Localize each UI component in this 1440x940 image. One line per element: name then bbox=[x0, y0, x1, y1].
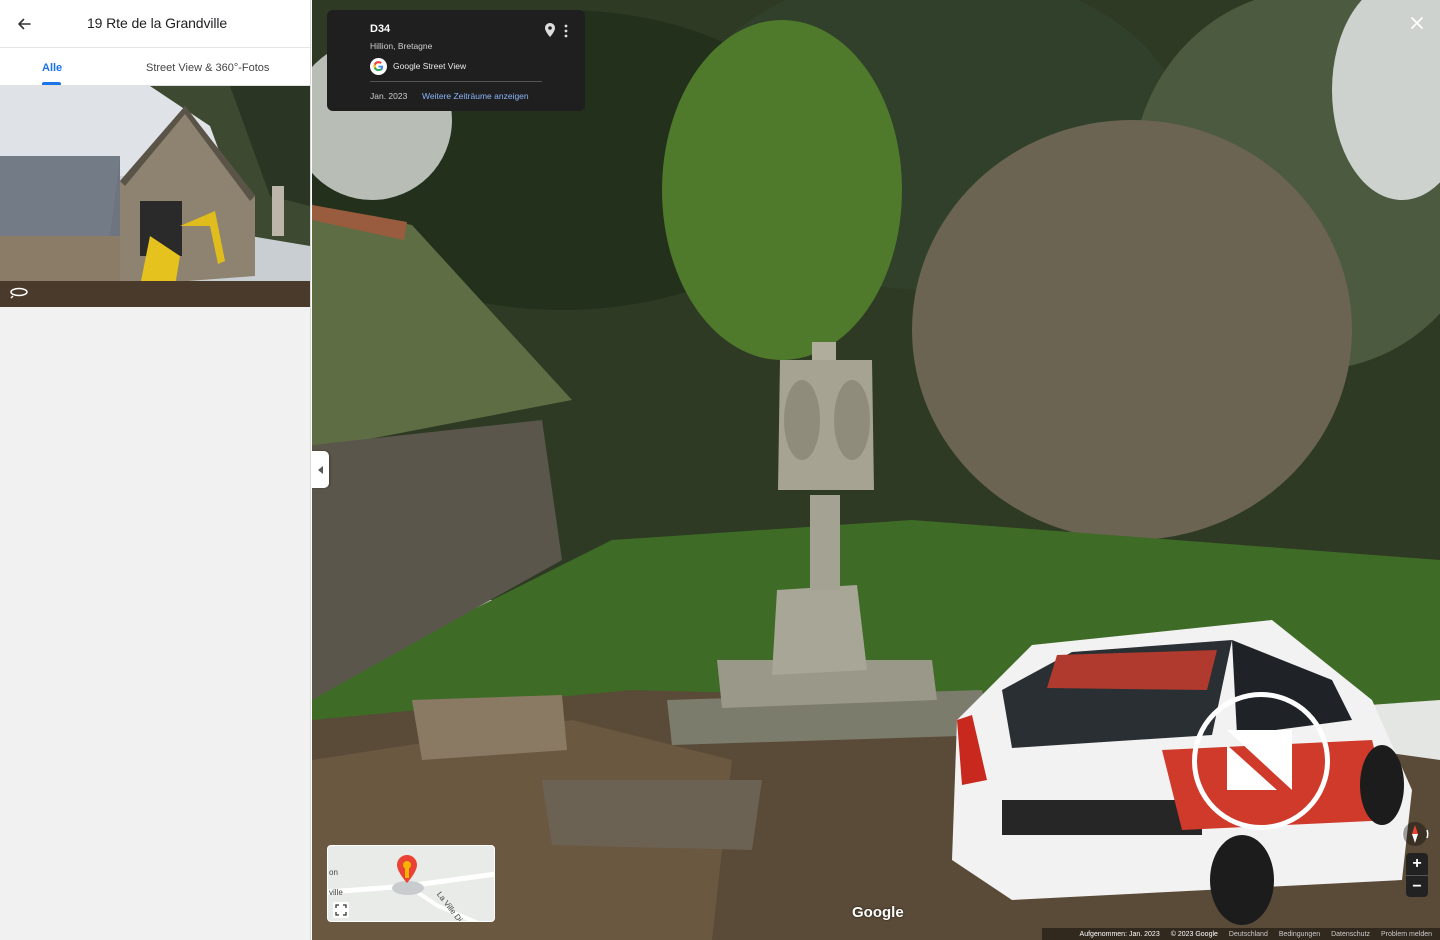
more-options-icon[interactable] bbox=[563, 24, 569, 38]
card-divider bbox=[370, 81, 542, 82]
tab-street-view-360[interactable]: Street View & 360°-Fotos bbox=[146, 62, 269, 74]
active-tab-indicator bbox=[42, 82, 61, 85]
expand-map-icon[interactable] bbox=[333, 902, 349, 918]
zoom-out-button[interactable]: − bbox=[1406, 876, 1428, 898]
copyright: © 2023 Google bbox=[1170, 930, 1218, 938]
back-arrow-icon[interactable] bbox=[12, 12, 36, 36]
street-view-app: 19 Rte de la Grandville Alle Street View… bbox=[0, 0, 1440, 940]
side-panel-header: 19 Rte de la Grandville bbox=[0, 0, 310, 48]
chevron-left-icon bbox=[317, 465, 323, 474]
google-logo-icon bbox=[370, 58, 387, 75]
place-title: 19 Rte de la Grandville bbox=[87, 15, 228, 31]
collapse-side-panel-button[interactable] bbox=[312, 451, 329, 488]
location-pin-icon bbox=[397, 855, 417, 883]
map-label: on bbox=[329, 868, 338, 877]
zoom-control: + − bbox=[1406, 853, 1428, 897]
mini-map[interactable]: on ville La Ville Dier bbox=[327, 845, 495, 922]
street-view-panorama[interactable]: D34 Hillion, Bretagne Google Street View… bbox=[312, 0, 1440, 940]
report-problem-link[interactable]: Problem melden bbox=[1381, 931, 1432, 938]
source-label: Google Street View bbox=[393, 61, 467, 71]
compass-icon[interactable] bbox=[1400, 820, 1430, 848]
road-name: D34 bbox=[370, 23, 391, 35]
privacy-link[interactable]: Datenschutz bbox=[1331, 931, 1370, 938]
terms-link[interactable]: Bedingungen bbox=[1279, 931, 1320, 938]
tab-all[interactable]: Alle bbox=[42, 62, 62, 74]
location-info-card: D34 Hillion, Bretagne Google Street View… bbox=[327, 10, 585, 111]
location-name: Hillion, Bretagne bbox=[370, 41, 433, 51]
close-icon[interactable] bbox=[1408, 14, 1426, 32]
capture-info: Aufgenommen: Jan. 2023 bbox=[1079, 930, 1160, 938]
panorama-360-icon bbox=[10, 287, 28, 299]
more-dates-link[interactable]: Weitere Zeiträume anzeigen bbox=[422, 91, 529, 101]
zoom-in-button[interactable]: + bbox=[1406, 853, 1428, 875]
google-wordmark: Google bbox=[852, 904, 904, 921]
map-label: ville bbox=[329, 888, 343, 897]
side-panel: 19 Rte de la Grandville Alle Street View… bbox=[0, 0, 311, 940]
thumbnail-image bbox=[0, 86, 310, 307]
map-pin-icon[interactable] bbox=[544, 22, 556, 38]
country-link[interactable]: Deutschland bbox=[1229, 931, 1268, 938]
photo-tabs: Alle Street View & 360°-Fotos bbox=[0, 48, 310, 86]
photo-thumbnail[interactable] bbox=[0, 86, 310, 307]
attribution-footer: Aufgenommen: Jan. 2023 © 2023 Google Deu… bbox=[1042, 928, 1440, 940]
camera-watermark-logo bbox=[1192, 692, 1330, 830]
capture-date: Jan. 2023 bbox=[370, 91, 408, 101]
